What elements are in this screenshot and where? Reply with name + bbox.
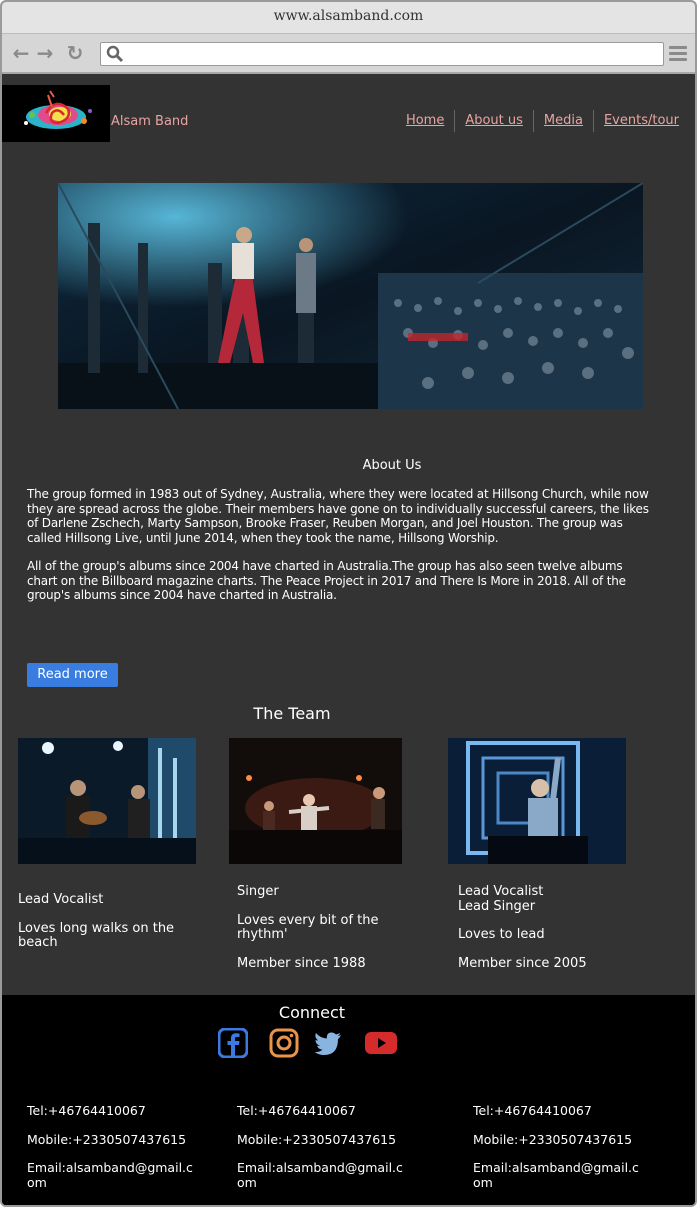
footer: Connect Tel:+46764410067 Mobile:+2330507… bbox=[2, 995, 695, 1205]
member-since: Member since 1988 bbox=[237, 955, 366, 971]
nav-home[interactable]: Home bbox=[396, 110, 454, 132]
connect-heading: Connect bbox=[278, 1003, 346, 1022]
youtube-icon[interactable] bbox=[364, 1028, 398, 1058]
contact-column-2: Tel:+46764410067 Mobile:+2330507437615 E… bbox=[237, 1103, 407, 1204]
team-heading: The Team bbox=[253, 704, 331, 723]
about-heading: About Us bbox=[362, 458, 422, 473]
member-role: Singer bbox=[237, 885, 279, 899]
team-member-photo-1 bbox=[18, 738, 196, 864]
contact-mobile: Mobile:+2330507437615 bbox=[27, 1131, 187, 1147]
contact-column-1: Tel:+46764410067 Mobile:+2330507437615 E… bbox=[27, 1103, 197, 1204]
contact-tel: Tel:+46764410067 bbox=[237, 1103, 356, 1118]
member-role: Lead Vocalist bbox=[18, 893, 104, 907]
about-paragraph-1: The group formed in 1983 out of Sydney, … bbox=[27, 487, 649, 545]
back-arrow-icon[interactable]: ← bbox=[10, 42, 32, 64]
about-paragraph-2: All of the group's albums since 2004 hav… bbox=[27, 559, 626, 602]
twitter-icon[interactable] bbox=[313, 1028, 343, 1058]
team-member-info-2: Singer Loves every bit of the rhythm' Me… bbox=[237, 885, 387, 974]
web-page: Alsam Band Home About us Media Events/to… bbox=[2, 74, 695, 1205]
window-url-title: www.alsamband.com bbox=[273, 8, 424, 24]
team-member-info-1: Lead Vocalist Loves long walks on the be… bbox=[18, 893, 193, 978]
team-member-photo-3 bbox=[448, 738, 626, 864]
search-icon bbox=[106, 45, 124, 63]
about-text: The group formed in 1983 out of Sydney, … bbox=[27, 487, 652, 617]
contact-email[interactable]: Email:alsamband@gmail.com bbox=[473, 1160, 643, 1190]
main-nav: Home About us Media Events/tour bbox=[396, 110, 689, 132]
browser-titlebar: www.alsamband.com bbox=[2, 2, 695, 34]
facebook-icon[interactable] bbox=[218, 1028, 248, 1058]
contact-mobile: Mobile:+2330507437615 bbox=[473, 1131, 633, 1147]
address-bar[interactable] bbox=[100, 42, 664, 66]
hamburger-menu-icon[interactable] bbox=[669, 46, 687, 62]
contact-tel: Tel:+46764410067 bbox=[473, 1103, 592, 1118]
contact-tel: Tel:+46764410067 bbox=[27, 1103, 146, 1118]
member-role: Lead Vocalist Lead Singer bbox=[458, 885, 544, 914]
team-member-photo-2 bbox=[229, 738, 402, 864]
hero-concert-image bbox=[58, 183, 643, 409]
nav-about-us[interactable]: About us bbox=[454, 110, 533, 132]
nav-media[interactable]: Media bbox=[532, 110, 593, 132]
band-logo[interactable] bbox=[2, 85, 110, 142]
instagram-icon[interactable] bbox=[269, 1028, 299, 1058]
browser-toolbar: ← → ↻ bbox=[2, 34, 695, 74]
member-since: Member since 2005 bbox=[458, 955, 587, 971]
member-description: Loves every bit of the rhythm' bbox=[237, 912, 379, 942]
brand-name[interactable]: Alsam Band bbox=[111, 114, 188, 129]
team-member-info-3: Lead Vocalist Lead Singer Loves to lead … bbox=[458, 885, 618, 974]
read-more-button[interactable]: Read more bbox=[27, 663, 118, 687]
member-description: Loves to lead bbox=[458, 927, 545, 942]
contact-mobile: Mobile:+2330507437615 bbox=[237, 1131, 397, 1147]
contact-email[interactable]: Email:alsamband@gmail.com bbox=[237, 1160, 407, 1190]
contact-column-3: Tel:+46764410067 Mobile:+2330507437615 E… bbox=[473, 1103, 643, 1204]
member-description: Loves long walks on the beach bbox=[18, 920, 175, 950]
reload-icon[interactable]: ↻ bbox=[64, 42, 86, 64]
contact-email[interactable]: Email:alsamband@gmail.com bbox=[27, 1160, 197, 1190]
forward-arrow-icon[interactable]: → bbox=[34, 42, 56, 64]
browser-window: www.alsamband.com ← → ↻ Alsam Band Home … bbox=[0, 0, 697, 1207]
nav-events-tour[interactable]: Events/tour bbox=[592, 110, 689, 132]
